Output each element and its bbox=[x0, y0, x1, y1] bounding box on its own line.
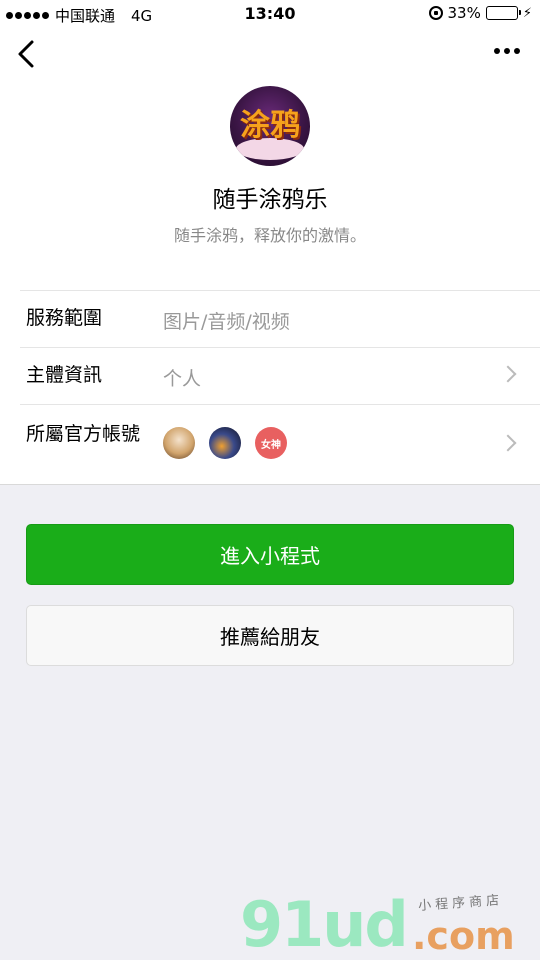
back-button[interactable] bbox=[14, 38, 44, 70]
battery-icon bbox=[485, 6, 521, 20]
row-service-scope: 服務範圍 图片/音频/视频 bbox=[20, 290, 540, 347]
watermark-brand: 91ud bbox=[240, 888, 409, 960]
watermark-domain: .com bbox=[412, 914, 515, 958]
recommend-to-friend-button[interactable]: 推薦給朋友 bbox=[26, 605, 514, 666]
status-bar: 中国联通 4G 13:40 33% ⚡ bbox=[0, 0, 540, 28]
app-logo: 涂鸦 bbox=[230, 86, 310, 166]
row-label: 服務範圍 bbox=[26, 307, 103, 329]
row-official-accounts[interactable]: 所屬官方帳號 女神 bbox=[20, 404, 540, 484]
app-logo-text: 涂鸦 bbox=[240, 108, 300, 143]
row-value: 图片/音频/视频 bbox=[163, 311, 290, 333]
app-description: 随手涂鸦，释放你的激情。 bbox=[173, 226, 366, 245]
watermark-tagline: 小程序商店 bbox=[417, 893, 504, 914]
mini-program-profile: 涂鸦 随手涂鸦乐 随手涂鸦，释放你的激情。 bbox=[0, 80, 540, 290]
app-name: 随手涂鸦乐 bbox=[212, 187, 328, 213]
status-right: 33% ⚡ bbox=[428, 4, 532, 22]
rotation-lock-icon bbox=[428, 6, 443, 20]
watermark-logo: 91ud 小程序商店 .com bbox=[240, 888, 540, 960]
enter-mini-program-button[interactable]: 進入小程式 bbox=[26, 524, 514, 585]
row-entity-info[interactable]: 主體資訊 个人 bbox=[20, 347, 540, 404]
info-list: 服務範圍 图片/音频/视频 主體資訊 个人 所屬官方帳號 女神 bbox=[0, 290, 540, 485]
official-account-avatars: 女神 bbox=[163, 427, 287, 459]
charging-icon: ⚡ bbox=[522, 5, 532, 21]
avatar: 女神 bbox=[255, 427, 287, 459]
row-label: 所屬官方帳號 bbox=[26, 423, 141, 445]
battery-percent: 33% bbox=[447, 4, 481, 22]
row-value: 个人 bbox=[163, 368, 202, 390]
row-label: 主體資訊 bbox=[26, 364, 103, 386]
more-dots-icon[interactable] bbox=[492, 44, 522, 58]
nav-bar bbox=[0, 28, 540, 80]
chevron-right-icon bbox=[499, 365, 517, 383]
chevron-right-icon bbox=[499, 434, 517, 452]
avatar bbox=[209, 427, 241, 459]
avatar-text: 女神 bbox=[261, 439, 281, 451]
chevron-left-icon bbox=[18, 40, 34, 68]
avatar bbox=[163, 427, 195, 459]
